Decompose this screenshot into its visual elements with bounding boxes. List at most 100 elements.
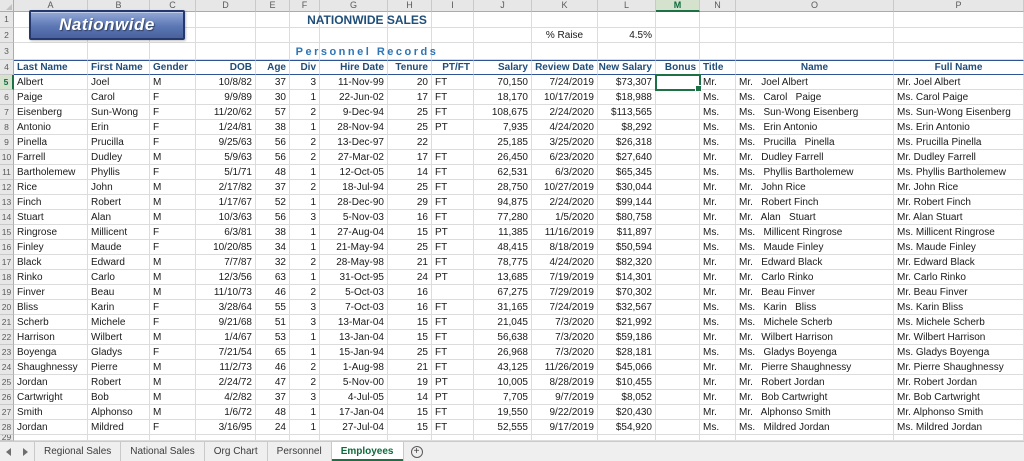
cell-C21[interactable]: F (150, 315, 196, 330)
cell-O15[interactable]: Ms. Millicent Ringrose (736, 225, 894, 240)
row-header-26[interactable]: 26 (0, 390, 14, 405)
cell-E8[interactable]: 38 (256, 120, 290, 135)
cell-F27[interactable]: 1 (290, 405, 320, 420)
cell-F21[interactable]: 3 (290, 315, 320, 330)
cell-B24[interactable]: Pierre (88, 360, 150, 375)
cell-O28[interactable]: Ms. Mildred Jordan (736, 420, 894, 435)
cell-F6[interactable]: 1 (290, 90, 320, 105)
cell-O20[interactable]: Ms. Karin Bliss (736, 300, 894, 315)
cell-M7[interactable] (656, 105, 700, 120)
row-header-1[interactable]: 1 (0, 12, 14, 28)
row-header-19[interactable]: 19 (0, 285, 14, 300)
cell-F15[interactable]: 1 (290, 225, 320, 240)
cell-J27[interactable]: 19,550 (474, 405, 532, 420)
cell-N12[interactable]: Mr. (700, 180, 736, 195)
cell-A3[interactable] (14, 43, 88, 60)
cell-N25[interactable]: Mr. (700, 375, 736, 390)
cell-L23[interactable]: $28,181 (598, 345, 656, 360)
cell-N8[interactable]: Ms. (700, 120, 736, 135)
cell-L9[interactable]: $26,318 (598, 135, 656, 150)
cell-N18[interactable]: Mr. (700, 270, 736, 285)
cell-N20[interactable]: Ms. (700, 300, 736, 315)
cell-J20[interactable]: 31,165 (474, 300, 532, 315)
column-header-I[interactable]: I (432, 0, 474, 12)
cell-A10[interactable]: Farrell (14, 150, 88, 165)
cell-H25[interactable]: 19 (388, 375, 432, 390)
cell-L1[interactable] (598, 12, 656, 28)
cell-F14[interactable]: 3 (290, 210, 320, 225)
cell-J22[interactable]: 56,638 (474, 330, 532, 345)
cell-P5[interactable]: Mr. Joel Albert (894, 75, 1024, 90)
cell-I16[interactable]: FT (432, 240, 474, 255)
cell-K18[interactable]: 7/19/2019 (532, 270, 598, 285)
cell-J14[interactable]: 77,280 (474, 210, 532, 225)
cell-O2[interactable] (736, 28, 894, 43)
cell-B3[interactable] (88, 43, 150, 60)
cell-E10[interactable]: 56 (256, 150, 290, 165)
cell-K25[interactable]: 8/28/2019 (532, 375, 598, 390)
cell-D26[interactable]: 4/2/82 (196, 390, 256, 405)
cell-C27[interactable]: M (150, 405, 196, 420)
cell-P25[interactable]: Mr. Robert Jordan (894, 375, 1024, 390)
cell-P28[interactable]: Ms. Mildred Jordan (894, 420, 1024, 435)
cell-P27[interactable]: Mr. Alphonso Smith (894, 405, 1024, 420)
cell-G18[interactable]: 31-Oct-95 (320, 270, 388, 285)
cell-O10[interactable]: Mr. Dudley Farrell (736, 150, 894, 165)
cell-J5[interactable]: 70,150 (474, 75, 532, 90)
row-header-2[interactable]: 2 (0, 28, 14, 43)
cell-F26[interactable]: 3 (290, 390, 320, 405)
cell-B9[interactable]: Prucilla (88, 135, 150, 150)
cell-H7[interactable]: 25 (388, 105, 432, 120)
cell-B18[interactable]: Carlo (88, 270, 150, 285)
cell-M18[interactable] (656, 270, 700, 285)
cell-C20[interactable]: F (150, 300, 196, 315)
cell-O24[interactable]: Mr. Pierre Shaughnessy (736, 360, 894, 375)
cell-M9[interactable] (656, 135, 700, 150)
cell-C24[interactable]: M (150, 360, 196, 375)
cell-E25[interactable]: 47 (256, 375, 290, 390)
cell-B15[interactable]: Millicent (88, 225, 150, 240)
cell-F5[interactable]: 3 (290, 75, 320, 90)
cell-F19[interactable]: 2 (290, 285, 320, 300)
cell-P2[interactable] (894, 28, 1024, 43)
cell-K23[interactable]: 7/3/2020 (532, 345, 598, 360)
cell-G9[interactable]: 13-Dec-97 (320, 135, 388, 150)
cell-L17[interactable]: $82,320 (598, 255, 656, 270)
row-header-17[interactable]: 17 (0, 255, 14, 270)
cell-M14[interactable] (656, 210, 700, 225)
cell-M8[interactable] (656, 120, 700, 135)
cell-A13[interactable]: Finch (14, 195, 88, 210)
cell-I11[interactable]: FT (432, 165, 474, 180)
cell-A7[interactable]: Eisenberg (14, 105, 88, 120)
cell-E6[interactable]: 30 (256, 90, 290, 105)
cell-E12[interactable]: 37 (256, 180, 290, 195)
cell-C8[interactable]: F (150, 120, 196, 135)
cell-I22[interactable]: FT (432, 330, 474, 345)
cell-C13[interactable]: M (150, 195, 196, 210)
cell-I13[interactable]: FT (432, 195, 474, 210)
cell-B20[interactable]: Karin (88, 300, 150, 315)
cell-P4[interactable]: Full Name (894, 60, 1024, 75)
cell-B23[interactable]: Gladys (88, 345, 150, 360)
column-header-J[interactable]: J (474, 0, 532, 12)
cell-C18[interactable]: M (150, 270, 196, 285)
cell-M27[interactable] (656, 405, 700, 420)
cell-B27[interactable]: Alphonso (88, 405, 150, 420)
cell-O22[interactable]: Mr. Wilbert Harrison (736, 330, 894, 345)
cell-M21[interactable] (656, 315, 700, 330)
cell-M25[interactable] (656, 375, 700, 390)
cell-P19[interactable]: Mr. Beau Finver (894, 285, 1024, 300)
cell-F13[interactable]: 1 (290, 195, 320, 210)
cell-H21[interactable]: 15 (388, 315, 432, 330)
cell-A21[interactable]: Scherb (14, 315, 88, 330)
cell-G27[interactable]: 17-Jan-04 (320, 405, 388, 420)
cell-O7[interactable]: Ms. Sun-Wong Eisenberg (736, 105, 894, 120)
cell-M11[interactable] (656, 165, 700, 180)
cell-N24[interactable]: Mr. (700, 360, 736, 375)
cell-E22[interactable]: 53 (256, 330, 290, 345)
cell-A16[interactable]: Finley (14, 240, 88, 255)
cell-E14[interactable]: 56 (256, 210, 290, 225)
cell-L25[interactable]: $10,455 (598, 375, 656, 390)
cell-I4[interactable]: PT/FT (432, 60, 474, 75)
cell-J18[interactable]: 13,685 (474, 270, 532, 285)
